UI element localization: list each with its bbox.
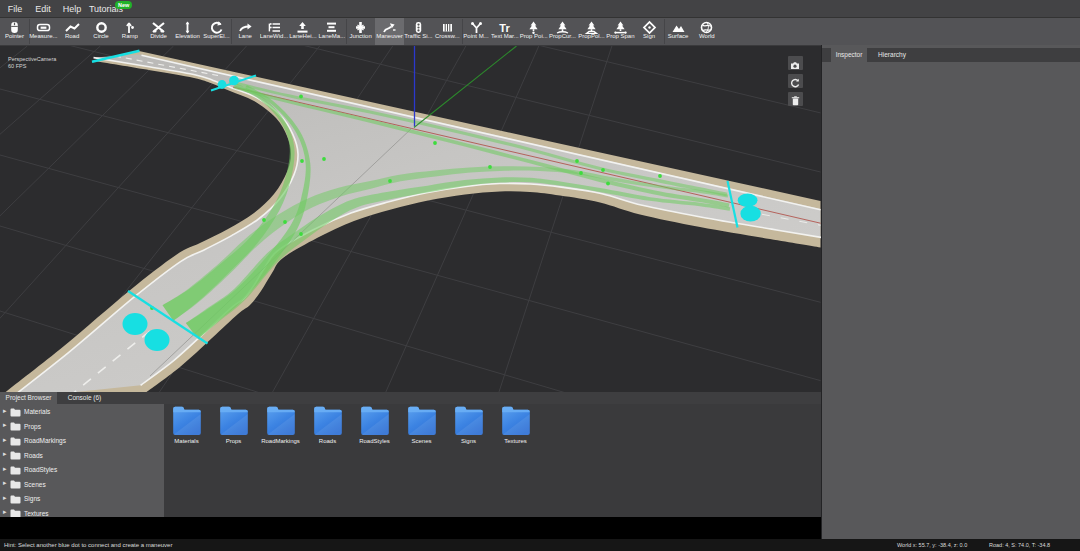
svg-text:Tr: Tr bbox=[500, 22, 511, 34]
